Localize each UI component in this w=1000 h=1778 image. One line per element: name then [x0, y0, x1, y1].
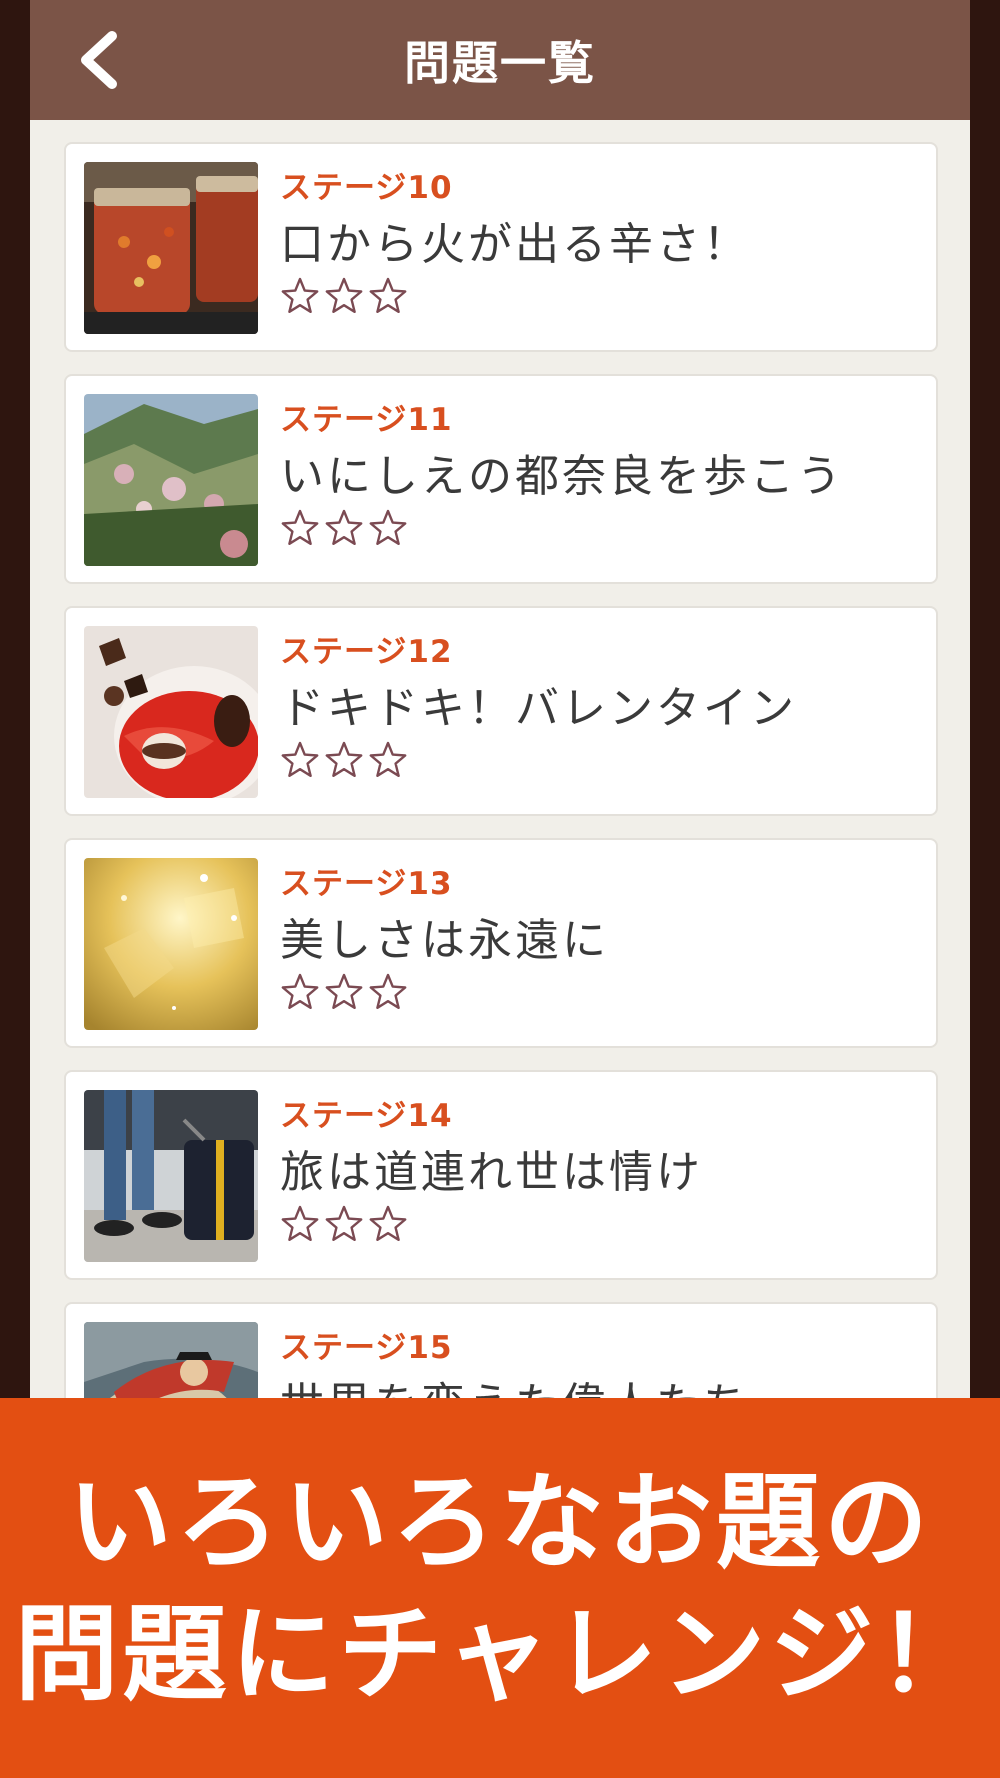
stage-title: 美しさは永遠に [280, 915, 609, 966]
stage-card-13[interactable]: ステージ13 美しさは永遠に [64, 838, 938, 1048]
stage-label: ステージ10 [280, 170, 453, 206]
star-empty-icon [325, 509, 363, 545]
stage-label: ステージ12 [280, 634, 453, 670]
stage-title: いにしえの都奈良を歩こう [280, 451, 844, 502]
star-empty-icon [281, 973, 319, 1009]
stage-card-11[interactable]: ステージ11 いにしえの都奈良を歩こう [64, 374, 938, 584]
stage-title: 口から火が出る辛さ！ [280, 219, 750, 270]
stage-thumbnail-chocolates [84, 626, 258, 798]
star-rating [280, 276, 408, 318]
star-empty-icon [369, 509, 407, 545]
star-empty-icon [281, 741, 319, 777]
star-empty-icon [369, 277, 407, 313]
stage-thumbnail-mountain-village [84, 394, 258, 566]
stage-label: ステージ14 [280, 1098, 453, 1134]
star-empty-icon [281, 1205, 319, 1241]
stage-thumbnail-gold-sparkles [84, 858, 258, 1030]
star-empty-icon [281, 277, 319, 313]
stage-thumbnail-chili-jars [84, 162, 258, 334]
stage-label: ステージ11 [280, 402, 453, 438]
star-rating [280, 1204, 408, 1246]
stage-thumbnail-traveler-suitcase [84, 1090, 258, 1262]
star-empty-icon [325, 277, 363, 313]
star-rating [280, 508, 408, 550]
stage-label: ステージ13 [280, 866, 453, 902]
stage-card-14[interactable]: ステージ14 旅は道連れ世は情け [64, 1070, 938, 1280]
stage-title: 旅は道連れ世は情け [280, 1147, 703, 1198]
stage-title: ドキドキ！バレンタイン [280, 683, 797, 734]
star-empty-icon [369, 973, 407, 1009]
star-empty-icon [369, 1205, 407, 1241]
stage-card-10[interactable]: ステージ10 口から火が出る辛さ！ [64, 142, 938, 352]
stage-label: ステージ15 [280, 1330, 453, 1366]
banner-headline-line1: いろいろなお題の [67, 1460, 932, 1583]
star-rating [280, 740, 408, 782]
banner-headline-line2: 問題にチャレンジ！ [14, 1593, 986, 1715]
star-empty-icon [325, 973, 363, 1009]
promo-banner: いろいろなお題の 問題にチャレンジ！ [0, 1398, 1000, 1778]
star-empty-icon [281, 509, 319, 545]
star-empty-icon [369, 741, 407, 777]
star-empty-icon [325, 741, 363, 777]
page-title: 問題一覧 [404, 36, 596, 90]
star-rating [280, 972, 408, 1014]
stage-card-12[interactable]: ステージ12 ドキドキ！バレンタイン [64, 606, 938, 816]
header-bar: 問題一覧 [30, 0, 970, 120]
star-empty-icon [325, 1205, 363, 1241]
stage-list[interactable]: ステージ10 口から火が出る辛さ！ ステージ11 いにしえの都奈良を歩こう ステ… [64, 142, 938, 1534]
